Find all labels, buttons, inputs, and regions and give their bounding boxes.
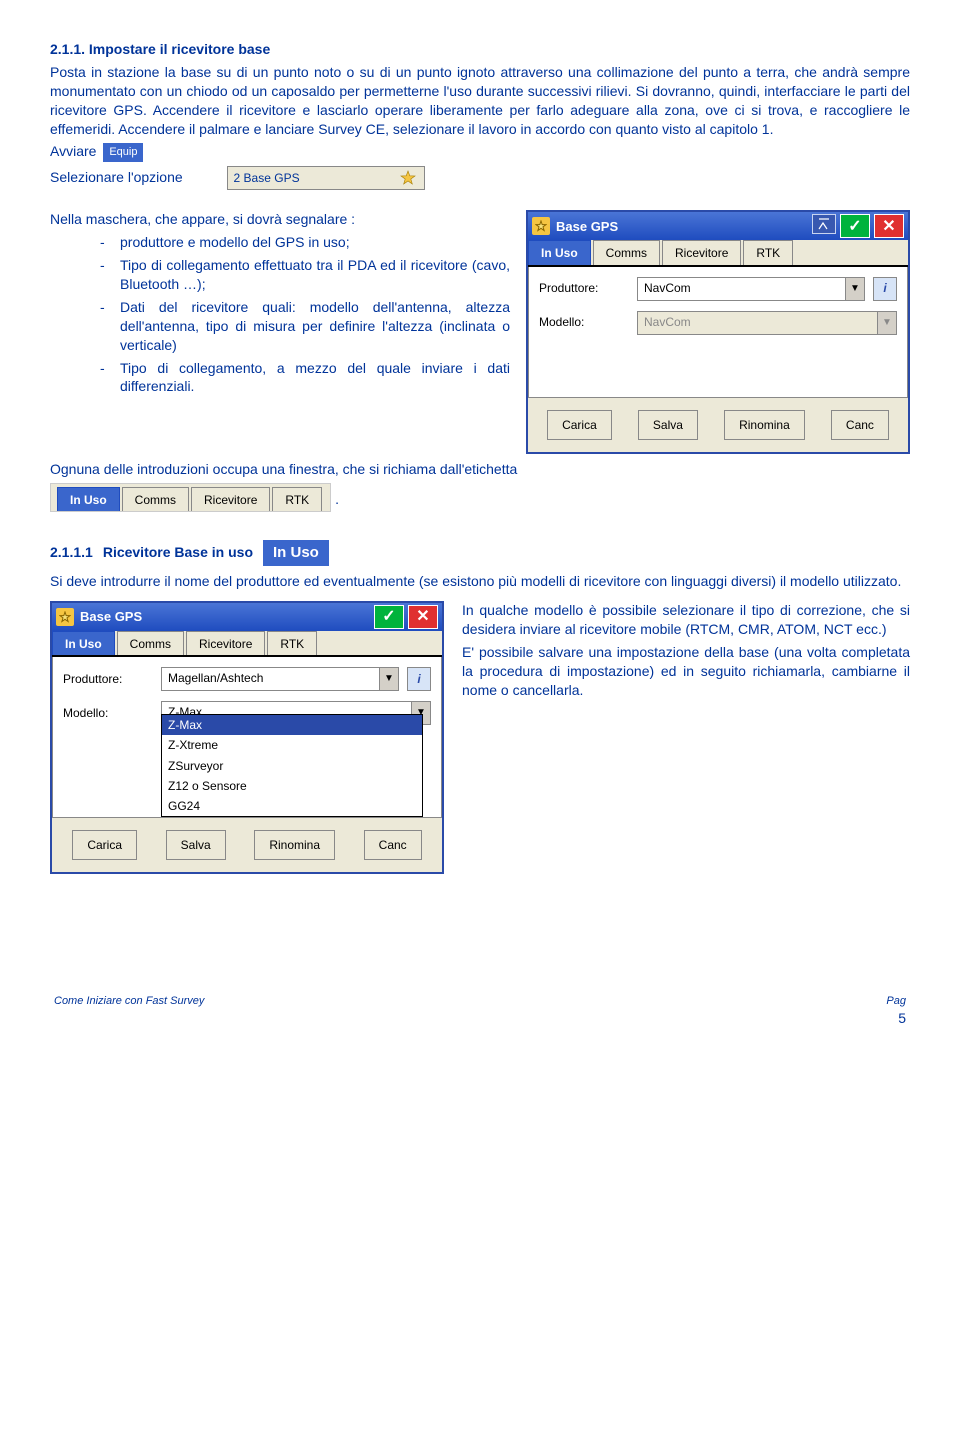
tool-icon[interactable] [812,214,836,234]
tab-comms[interactable]: Comms [122,487,189,511]
bullet-0: produttore e modello del GPS in uso; [120,233,350,252]
salva-button[interactable]: Salva [166,830,226,860]
section-number: 2.1.1. [50,41,85,57]
tab-in-uso[interactable]: In Uso [528,240,591,264]
tab-rtk[interactable]: RTK [743,240,793,264]
modello-label: Modello: [539,314,629,330]
tab-in-uso[interactable]: In Uso [57,487,120,511]
produttore-value: Magellan/Ashtech [162,668,379,690]
right-para-2: E' possibile salvare una impostazione de… [462,643,910,700]
tabs-illustration: In Uso Comms Ricevitore RTK [50,483,331,512]
selezionare-label: Selezionare l'opzione [50,169,183,185]
close-button[interactable]: ✕ [408,605,438,629]
chevron-down-icon[interactable]: ▼ [845,278,864,300]
footer-num: 5 [898,1010,906,1026]
base-gps-window-2: Base GPS ✓ ✕ In Uso Comms Ricevitore RTK… [50,601,444,874]
option-zmax[interactable]: Z-Max [162,715,422,735]
info-button[interactable]: i [407,667,431,691]
ok-button[interactable]: ✓ [374,605,404,629]
info-button[interactable]: i [873,277,897,301]
base-gps-window-1: Base GPS ✓ ✕ In Uso Comms Ricevitore RTK… [526,210,910,453]
sub-body: Si deve introdurre il nome del produttor… [50,572,910,591]
ok-button[interactable]: ✓ [840,214,870,238]
chevron-down-icon[interactable]: ▼ [379,668,398,690]
after-bullets: Ognuna delle introduzioni occupa una fin… [50,460,910,479]
right-para-1: In qualche modello è possibile seleziona… [462,601,910,639]
carica-button[interactable]: Carica [547,410,612,440]
option-label: 2 Base GPS [234,170,300,186]
rinomina-button[interactable]: Rinomina [724,410,805,440]
canc-button[interactable]: Canc [831,410,889,440]
sub-title: Ricevitore Base in uso [103,543,253,562]
tab-ricevitore[interactable]: Ricevitore [662,240,741,264]
tab-in-uso[interactable]: In Uso [52,631,115,655]
tab-rtk[interactable]: RTK [267,631,317,655]
chevron-down-icon: ▼ [877,312,896,334]
section-title: Impostare il ricevitore base [89,41,270,57]
canc-button[interactable]: Canc [364,830,422,860]
bullet-3: Tipo di collegamento, a mezzo del quale … [120,359,510,397]
carica-button[interactable]: Carica [72,830,137,860]
produttore-dropdown[interactable]: NavCom ▼ [637,277,865,301]
tab-comms[interactable]: Comms [593,240,660,264]
option-zxtreme[interactable]: Z-Xtreme [162,735,422,755]
footer-left: Come Iniziare con Fast Survey [54,994,204,1028]
satellite-icon [400,170,416,186]
produttore-label: Produttore: [63,671,153,687]
footer-pag: Pag [886,995,906,1007]
window-title: Base GPS [556,218,618,236]
in-uso-chip: In Uso [263,540,329,566]
rinomina-button[interactable]: Rinomina [254,830,335,860]
modello-dropdown: NavCom ▼ [637,311,897,335]
produttore-dropdown[interactable]: Magellan/Ashtech ▼ [161,667,399,691]
section-body-1: Posta in stazione la base su di un punto… [50,63,910,139]
salva-button[interactable]: Salva [638,410,698,440]
bullet-2: Dati del ricevitore quali: modello dell'… [120,298,510,355]
avviare-label: Avviare [50,143,96,159]
bullet-1: Tipo di collegamento effettuato tra il P… [120,256,510,294]
option-zsurveyor[interactable]: ZSurveyor [162,756,422,776]
equip-chip[interactable]: Equip [103,143,143,162]
tab-comms[interactable]: Comms [117,631,184,655]
option-z12[interactable]: Z12 o Sensore [162,776,422,796]
produttore-label: Produttore: [539,280,629,296]
modello-options-list[interactable]: Z-Max Z-Xtreme ZSurveyor Z12 o Sensore G… [161,714,423,817]
tab-ricevitore[interactable]: Ricevitore [191,487,270,511]
app-icon [532,217,550,235]
modello-label: Modello: [63,705,153,721]
tab-ricevitore[interactable]: Ricevitore [186,631,265,655]
close-button[interactable]: ✕ [874,214,904,238]
tab-rtk[interactable]: RTK [272,487,322,511]
app-icon [56,608,74,626]
window-title: Base GPS [80,608,142,626]
option-2-base-gps[interactable]: 2 Base GPS [227,166,425,190]
mask-intro: Nella maschera, che appare, si dovrà seg… [50,210,510,229]
option-gg24[interactable]: GG24 [162,796,422,816]
modello-value: NavCom [638,312,877,334]
sub-number: 2.1.1.1 [50,543,93,562]
produttore-value: NavCom [638,278,845,300]
